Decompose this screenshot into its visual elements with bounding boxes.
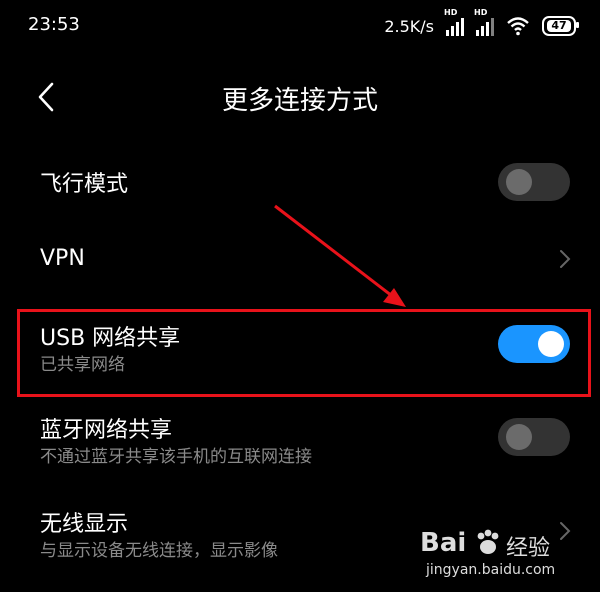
watermark-url: jingyan.baidu.com [426,562,556,578]
header: 更多连接方式 [0,60,600,132]
chevron-right-icon [560,250,571,268]
cellular-signal-icon-2: HD [474,8,494,36]
status-time: 23:53 [28,14,80,35]
hd-label-2: HD [474,8,488,17]
status-bar: 23:53 2.5K/s HD HD 47 [0,0,600,56]
battery-level: 47 [547,20,571,32]
setting-title: 飞行模式 [40,172,129,197]
paw-icon [477,529,499,554]
airplane-mode-toggle[interactable] [498,163,570,201]
watermark-text: 经验 [506,536,551,561]
bluetooth-tethering-toggle[interactable] [498,418,570,456]
setting-bluetooth-tethering[interactable]: 蓝牙网络共享 不通过蓝牙共享该手机的互联网连接 [0,404,600,480]
setting-title: 蓝牙网络共享 [40,418,173,443]
page-title: 更多连接方式 [221,86,378,116]
baidu-watermark: Bai 经验 jingyan.baidu.com [420,528,570,584]
setting-subtitle: 不通过蓝牙共享该手机的互联网连接 [40,447,312,467]
battery-icon: 47 [542,16,579,36]
watermark-logo: Bai [420,528,467,558]
setting-title: 无线显示 [40,512,129,537]
hd-label: HD [444,8,458,17]
network-speed: 2.5K/s [384,16,434,36]
setting-vpn[interactable]: VPN [0,224,600,296]
setting-title: VPN [40,246,85,271]
setting-airplane-mode[interactable]: 飞行模式 [0,140,600,224]
wifi-icon [507,17,529,36]
setting-subtitle: 与显示设备无线连接，显示影像 [40,541,278,561]
cellular-signal-icon: HD [444,8,464,36]
annotation-highlight-box [17,309,591,397]
status-icons: 2.5K/s HD HD 47 [384,8,579,40]
